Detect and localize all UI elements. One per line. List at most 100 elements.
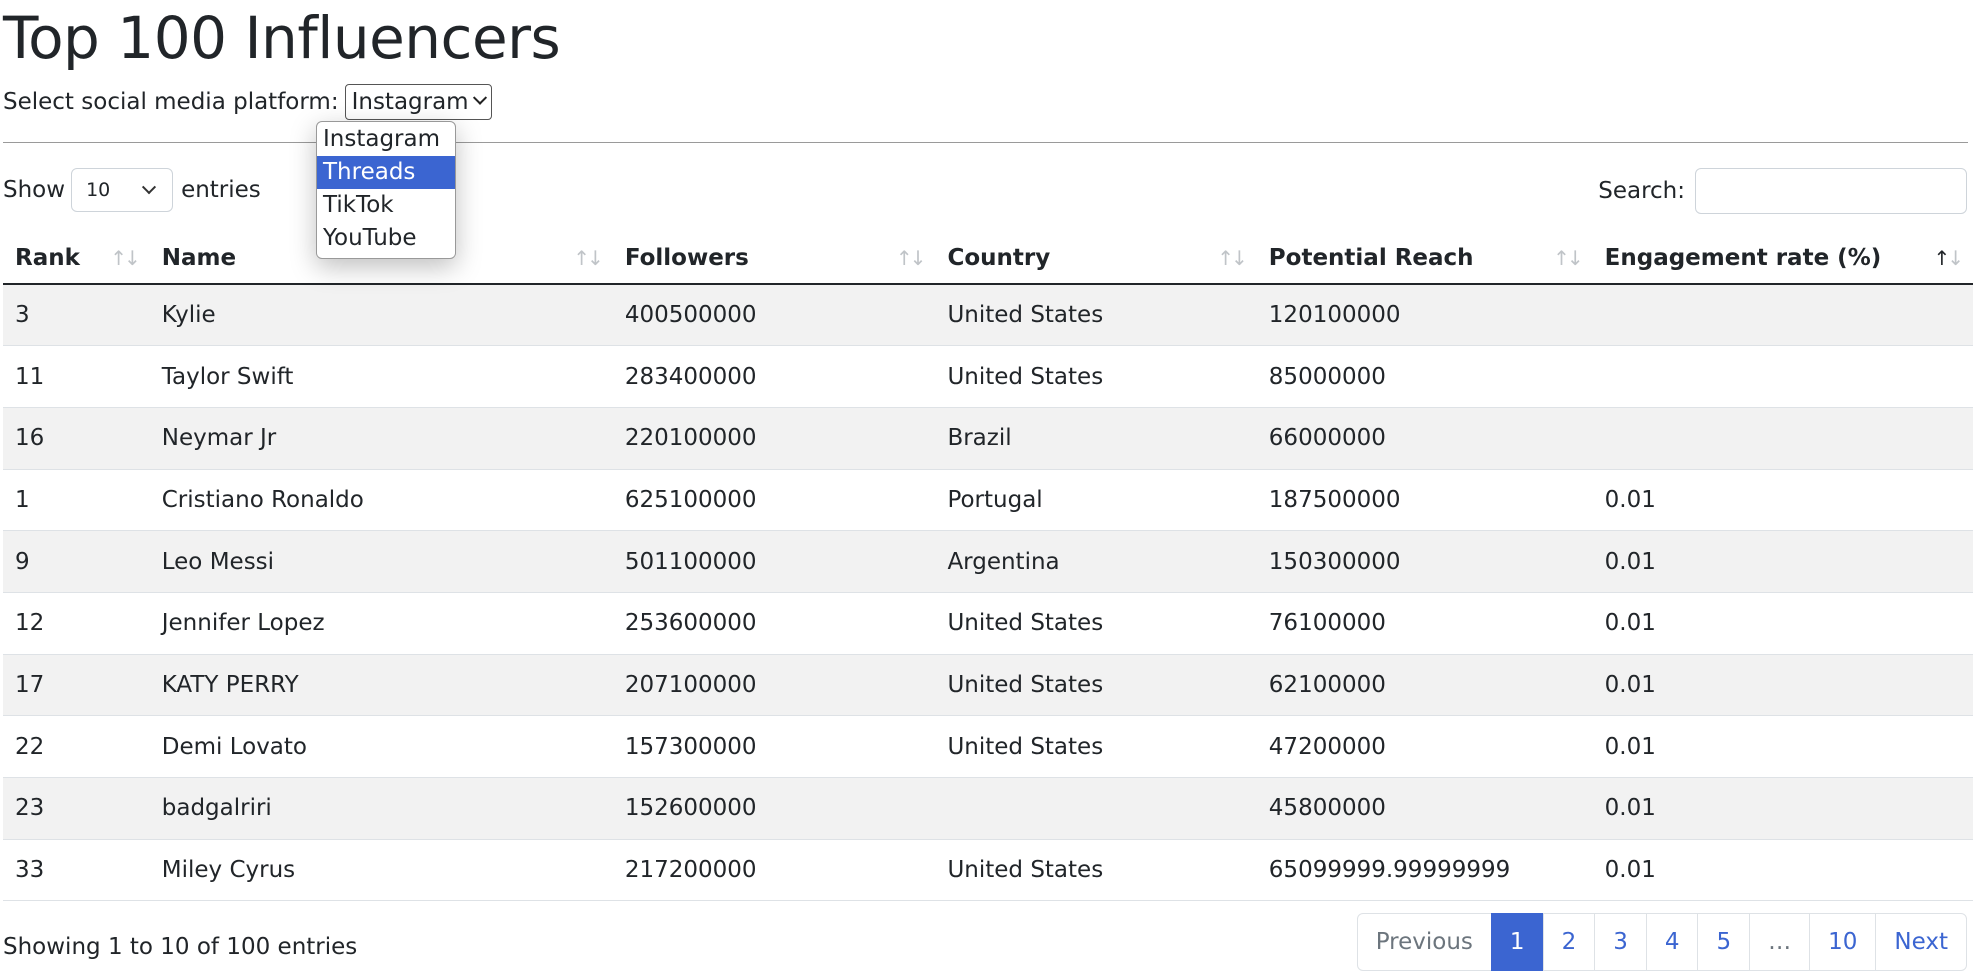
cell-name: Miley Cyrus — [149, 839, 613, 902]
pagination-previous[interactable]: Previous — [1356, 913, 1492, 971]
column-header-rank[interactable]: Rank ↑↓ — [3, 232, 150, 285]
cell-rank: 9 — [3, 530, 150, 593]
cell-engagement-rate — [1592, 407, 1973, 470]
cell-followers: 217200000 — [612, 839, 936, 902]
cell-rank: 33 — [3, 839, 150, 902]
cell-potential-reach: 150300000 — [1256, 530, 1593, 593]
cell-engagement-rate: 0.01 — [1592, 469, 1973, 532]
table-row: 9 Leo Messi 501100000 Argentina 150300000 0.0… — [3, 530, 1973, 593]
influencers-table: Rank ↑↓ Name ↑↓ Followers ↑↓ Country ↑↓ Pote… — [3, 232, 1973, 902]
pagination-page-2[interactable]: 2 — [1542, 913, 1596, 971]
cell-engagement-rate: 0.01 — [1592, 777, 1973, 840]
pagination-next[interactable]: Next — [1875, 913, 1967, 971]
show-label: Show — [3, 177, 66, 203]
table-row: 23 badgalriri 152600000 45800000 0.01 — [3, 777, 1973, 840]
table-row: 17 KATY PERRY 207100000 United States 621000… — [3, 654, 1973, 717]
chevron-down-icon — [472, 90, 487, 105]
cell-name: badgalriri — [149, 777, 613, 840]
cell-engagement-rate — [1592, 284, 1973, 347]
table-body: 3 Kylie 400500000 United States 120100000 11 T… — [3, 284, 1973, 902]
cell-potential-reach: 47200000 — [1256, 715, 1593, 778]
entries-label: entries — [181, 177, 261, 203]
table-row: 3 Kylie 400500000 United States 120100000 — [3, 284, 1973, 347]
cell-potential-reach: 65099999.99999999 — [1256, 839, 1593, 902]
cell-country: United States — [935, 284, 1257, 347]
pagination-page-3[interactable]: 3 — [1594, 913, 1647, 971]
platform-dropdown-list: Instagram Threads TikTok YouTube — [316, 121, 456, 259]
cell-name: Neymar Jr — [149, 407, 613, 470]
table-row: 1 Cristiano Ronaldo 625100000 Portugal 18750… — [3, 469, 1973, 532]
cell-potential-reach: 62100000 — [1256, 654, 1593, 717]
cell-name: Leo Messi — [149, 530, 613, 593]
sort-ascending-icon: ↑↓ — [1933, 246, 1963, 270]
table-row: 12 Jennifer Lopez 253600000 United States 76… — [3, 592, 1973, 655]
platform-option-tiktok[interactable]: TikTok — [317, 189, 455, 222]
cell-followers: 400500000 — [612, 284, 936, 347]
cell-engagement-rate: 0.01 — [1592, 654, 1973, 717]
cell-followers: 501100000 — [612, 530, 936, 593]
platform-option-youtube[interactable]: YouTube — [317, 222, 455, 255]
chevron-down-icon — [141, 180, 157, 195]
cell-potential-reach: 85000000 — [1256, 345, 1593, 408]
entries-length-control: Show 10 entries — [3, 168, 261, 212]
pagination-ellipsis: … — [1749, 913, 1811, 971]
platform-selector-row: Select social media platform: Instagram — [3, 84, 492, 120]
cell-engagement-rate — [1592, 345, 1973, 408]
cell-country: United States — [935, 839, 1257, 902]
table-header-row: Rank ↑↓ Name ↑↓ Followers ↑↓ Country ↑↓ Pote… — [3, 232, 1973, 285]
cell-name: Jennifer Lopez — [149, 592, 613, 655]
table-row: 22 Demi Lovato 157300000 United States 47200… — [3, 715, 1973, 778]
cell-followers: 625100000 — [612, 469, 936, 532]
cell-name: Demi Lovato — [149, 715, 613, 778]
pagination-page-4[interactable]: 4 — [1645, 913, 1699, 971]
cell-potential-reach: 66000000 — [1256, 407, 1593, 470]
cell-potential-reach: 120100000 — [1256, 284, 1593, 347]
cell-rank: 3 — [3, 284, 150, 347]
entries-length-select[interactable]: 10 — [71, 168, 174, 212]
page-title: Top 100 Influencers — [3, 4, 561, 72]
cell-followers: 152600000 — [612, 777, 936, 840]
platform-label: Select social media platform: — [3, 89, 339, 115]
cell-country: United States — [935, 345, 1257, 408]
pagination: Previous 1 2 3 4 5 … 10 Next — [1356, 913, 1967, 971]
cell-country: Portugal — [935, 469, 1257, 532]
cell-engagement-rate: 0.01 — [1592, 592, 1973, 655]
search-label: Search: — [1598, 178, 1685, 204]
cell-rank: 16 — [3, 407, 150, 470]
column-header-country[interactable]: Country ↑↓ — [935, 232, 1257, 285]
cell-rank: 12 — [3, 592, 150, 655]
column-header-followers[interactable]: Followers ↑↓ — [612, 232, 936, 285]
cell-rank: 22 — [3, 715, 150, 778]
column-header-potential-reach[interactable]: Potential Reach ↑↓ — [1256, 232, 1593, 285]
search-control: Search: — [1598, 168, 1967, 214]
divider — [3, 142, 1968, 143]
table-row: 16 Neymar Jr 220100000 Brazil 66000000 — [3, 407, 1973, 470]
platform-option-threads[interactable]: Threads — [317, 156, 455, 189]
cell-engagement-rate: 0.01 — [1592, 839, 1973, 902]
cell-potential-reach: 76100000 — [1256, 592, 1593, 655]
pagination-page-5[interactable]: 5 — [1697, 913, 1751, 971]
cell-country: United States — [935, 715, 1257, 778]
column-header-engagement-rate[interactable]: Engagement rate (%) ↑↓ — [1592, 232, 1973, 285]
platform-option-instagram[interactable]: Instagram — [317, 123, 455, 156]
platform-selected-value: Instagram — [351, 89, 469, 115]
cell-followers: 220100000 — [612, 407, 936, 470]
cell-country: United States — [935, 654, 1257, 717]
platform-select[interactable]: Instagram — [344, 84, 492, 120]
table-row: 33 Miley Cyrus 217200000 United States 65099… — [3, 839, 1973, 902]
cell-engagement-rate: 0.01 — [1592, 715, 1973, 778]
cell-country: Argentina — [935, 530, 1257, 593]
cell-followers: 283400000 — [612, 345, 936, 408]
pagination-page-10[interactable]: 10 — [1809, 913, 1877, 971]
sort-icon: ↑↓ — [573, 246, 603, 270]
search-input[interactable] — [1695, 168, 1967, 214]
cell-followers: 157300000 — [612, 715, 936, 778]
cell-country — [935, 777, 1257, 840]
cell-name: Kylie — [149, 284, 613, 347]
cell-rank: 1 — [3, 469, 150, 532]
pagination-page-1[interactable]: 1 — [1490, 913, 1544, 971]
cell-potential-reach: 45800000 — [1256, 777, 1593, 840]
cell-followers: 253600000 — [612, 592, 936, 655]
cell-rank: 23 — [3, 777, 150, 840]
table-info: Showing 1 to 10 of 100 entries — [3, 934, 358, 960]
